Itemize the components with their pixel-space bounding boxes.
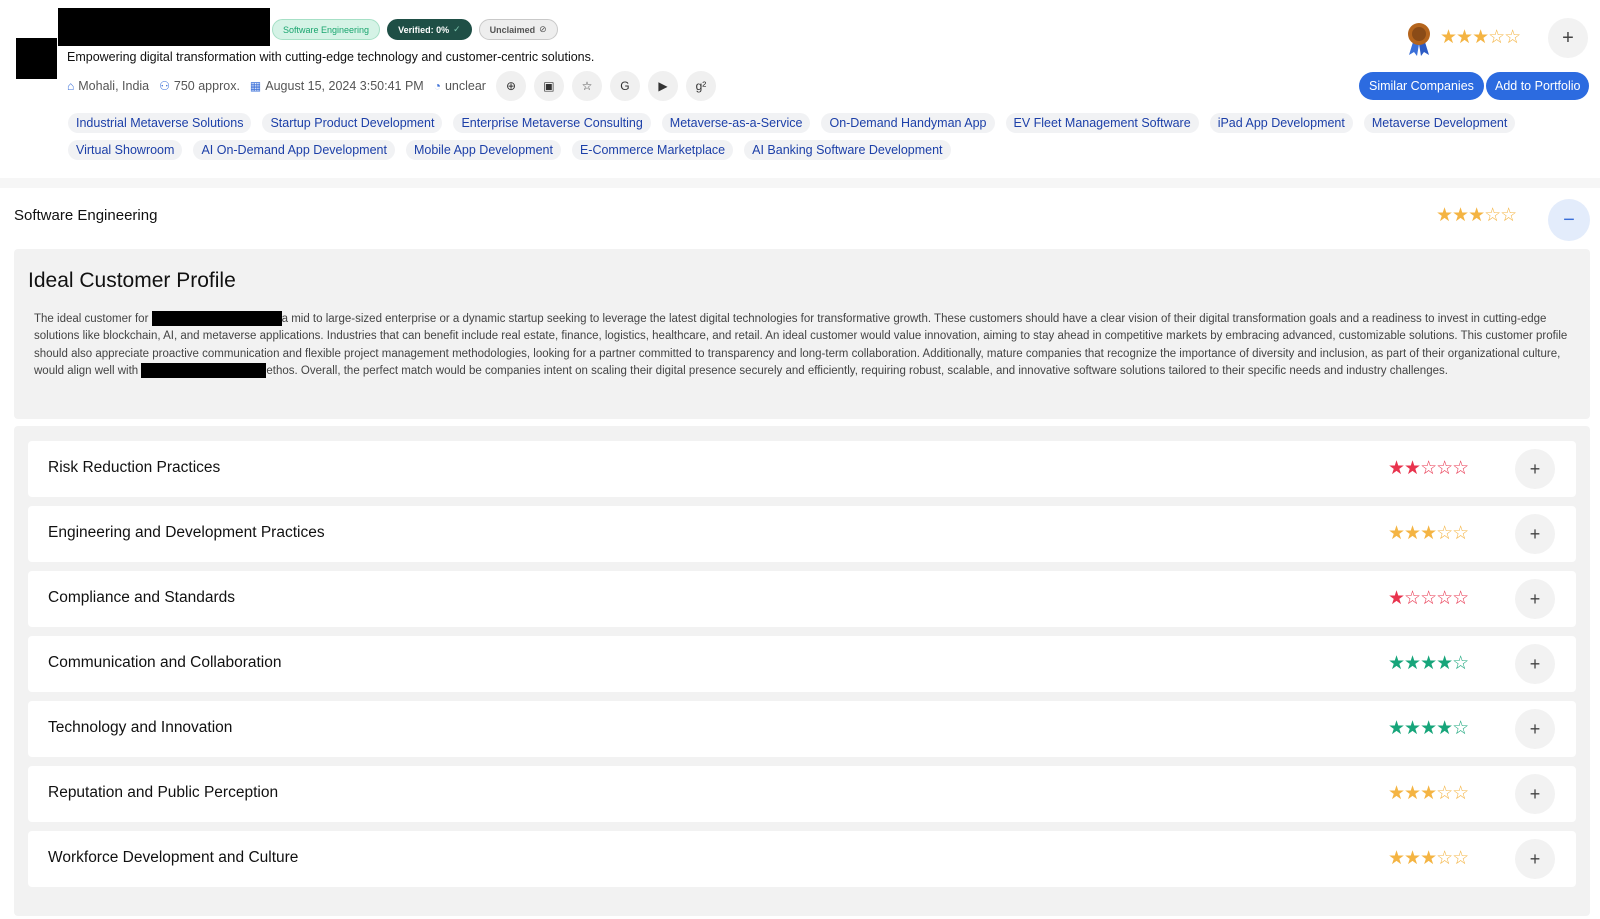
medal-icon	[1408, 23, 1430, 56]
section-rating-stars: ★★★☆☆	[1436, 205, 1517, 226]
status-text: unclear	[444, 79, 486, 93]
building-icon: ⌂	[67, 79, 75, 93]
icp-description: The ideal customer for a mid to large-si…	[34, 311, 1582, 380]
rating-category-stars: ★★★☆☆	[1388, 523, 1469, 544]
expand-icon[interactable]: +	[1515, 449, 1555, 489]
expand-icon[interactable]: +	[1515, 774, 1555, 814]
expand-icon[interactable]: +	[1515, 709, 1555, 749]
redacted-name	[151, 311, 282, 327]
ideal-customer-profile-card: Ideal Customer Profile The ideal custome…	[14, 249, 1590, 419]
overall-rating-stars: ★★★☆☆	[1440, 27, 1521, 48]
rating-category-row[interactable]: Reputation and Public Perception ★★★☆☆ +	[28, 766, 1576, 822]
service-tag[interactable]: AI Banking Software Development	[744, 140, 951, 160]
collapse-section-button[interactable]: −	[1548, 199, 1590, 241]
rating-category-label: Compliance and Standards	[48, 589, 235, 606]
rating-category-row[interactable]: Workforce Development and Culture ★★★☆☆ +	[28, 831, 1576, 887]
verified-badge: Verified: 0% ✓	[387, 19, 472, 40]
service-tag[interactable]: Mobile App Development	[405, 140, 561, 160]
rating-category-row[interactable]: Engineering and Development Practices ★★★…	[28, 506, 1576, 562]
employees-text: 750 approx.	[173, 79, 240, 93]
rating-category-stars: ★☆☆☆☆	[1388, 588, 1469, 609]
progress-icon: ◔	[433, 79, 441, 93]
service-tag[interactable]: Virtual Showroom	[68, 140, 183, 160]
unclaimed-badge-label: Unclaimed	[489, 24, 536, 35]
service-tag[interactable]: iPad App Development	[1209, 113, 1353, 133]
rating-category-row[interactable]: Compliance and Standards ★☆☆☆☆ +	[28, 571, 1576, 627]
service-tag[interactable]: Metaverse-as-a-Service	[661, 113, 811, 133]
company-name-redacted	[58, 8, 270, 46]
rating-category-label: Risk Reduction Practices	[48, 459, 221, 476]
rating-category-stars: ★★★★☆	[1388, 653, 1469, 674]
expand-icon[interactable]: +	[1515, 514, 1555, 554]
google-icon[interactable]: G	[609, 71, 640, 101]
employees-meta: ⚇ 750 approx.	[159, 79, 240, 93]
service-tags: Industrial Metaverse Solutions Startup Pr…	[68, 113, 1538, 160]
section-title: Software Engineering	[14, 207, 158, 224]
add-icon[interactable]: +	[1548, 18, 1588, 58]
rating-category-row[interactable]: Technology and Innovation ★★★★☆ +	[28, 701, 1576, 757]
rating-category-row[interactable]: Communication and Collaboration ★★★★☆ +	[28, 636, 1576, 692]
company-header: Software Engineering Verified: 0% ✓ Uncla…	[0, 0, 1600, 178]
service-tag[interactable]: Enterprise Metaverse Consulting	[453, 113, 651, 133]
location-meta: ⌂ Mohali, India	[67, 79, 149, 93]
rating-category-label: Reputation and Public Perception	[48, 784, 279, 801]
youtube-icon[interactable]: ▶	[647, 71, 678, 101]
add-to-portfolio-button[interactable]: Add to Portfolio	[1486, 72, 1590, 100]
icp-text-part3: ethos. Overall, the perfect match would …	[266, 364, 1448, 377]
icp-title: Ideal Customer Profile	[28, 269, 236, 292]
redacted-name	[141, 363, 267, 379]
similar-companies-button[interactable]: Similar Companies	[1359, 72, 1484, 100]
status-meta: ◔ unclear	[434, 79, 486, 93]
section-divider	[0, 178, 1600, 188]
rating-category-label: Communication and Collaboration	[48, 654, 282, 671]
expand-icon[interactable]: +	[1515, 839, 1555, 879]
category-badge: Software Engineering	[272, 19, 381, 40]
company-logo-redacted	[16, 38, 57, 79]
rating-category-stars: ★★★★☆	[1388, 718, 1469, 739]
service-tag[interactable]: AI On-Demand App Development	[193, 140, 395, 160]
rating-category-label: Engineering and Development Practices	[48, 524, 325, 541]
rating-category-label: Technology and Innovation	[48, 719, 233, 736]
clutch-icon[interactable]: g²	[685, 71, 716, 101]
calendar-icon: ▦	[249, 79, 262, 93]
check-circle-icon: ⊘	[539, 24, 547, 34]
date-meta: ▦ August 15, 2024 3:50:41 PM	[250, 79, 424, 93]
verified-badge-label: Verified: 0%	[398, 24, 450, 35]
service-tag[interactable]: Industrial Metaverse Solutions	[68, 113, 252, 133]
unclaimed-badge[interactable]: Unclaimed ⊘	[478, 19, 558, 40]
company-tagline: Empowering digital transformation with c…	[67, 50, 595, 64]
rating-category-stars: ★★★☆☆	[1388, 848, 1469, 869]
users-icon: ⚇	[159, 79, 170, 93]
rating-category-label: Workforce Development and Culture	[48, 849, 299, 866]
location-text: Mohali, India	[78, 79, 150, 93]
service-tag[interactable]: Startup Product Development	[262, 113, 443, 133]
expand-icon[interactable]: +	[1515, 579, 1555, 619]
date-text: August 15, 2024 3:50:41 PM	[265, 79, 424, 93]
service-tag[interactable]: Metaverse Development	[1363, 113, 1516, 133]
rating-categories: Risk Reduction Practices ★★☆☆☆ + Engineerin…	[14, 426, 1590, 916]
service-tag[interactable]: E-Commerce Marketplace	[571, 140, 734, 160]
company-meta-row: ⌂ Mohali, India ⚇ 750 approx. ▦ August 15, …	[67, 71, 724, 101]
star-icon[interactable]: ☆	[571, 71, 602, 101]
linkedin-icon[interactable]: ▣	[533, 71, 564, 101]
expand-icon[interactable]: +	[1515, 644, 1555, 684]
rating-category-stars: ★★★☆☆	[1388, 783, 1469, 804]
service-tag[interactable]: EV Fleet Management Software	[1005, 113, 1199, 133]
rating-category-stars: ★★☆☆☆	[1388, 458, 1469, 479]
icp-text-part1: The ideal customer for	[34, 313, 152, 325]
rating-category-row[interactable]: Risk Reduction Practices ★★☆☆☆ +	[28, 441, 1576, 497]
check-circle-icon: ✓	[453, 24, 461, 34]
category-badge-label: Software Engineering	[283, 24, 370, 35]
globe-icon[interactable]: ⊕	[495, 71, 526, 101]
service-tag[interactable]: On-Demand Handyman App	[821, 113, 995, 133]
badge-group: Software Engineering Verified: 0% ✓ Uncla…	[272, 19, 558, 40]
